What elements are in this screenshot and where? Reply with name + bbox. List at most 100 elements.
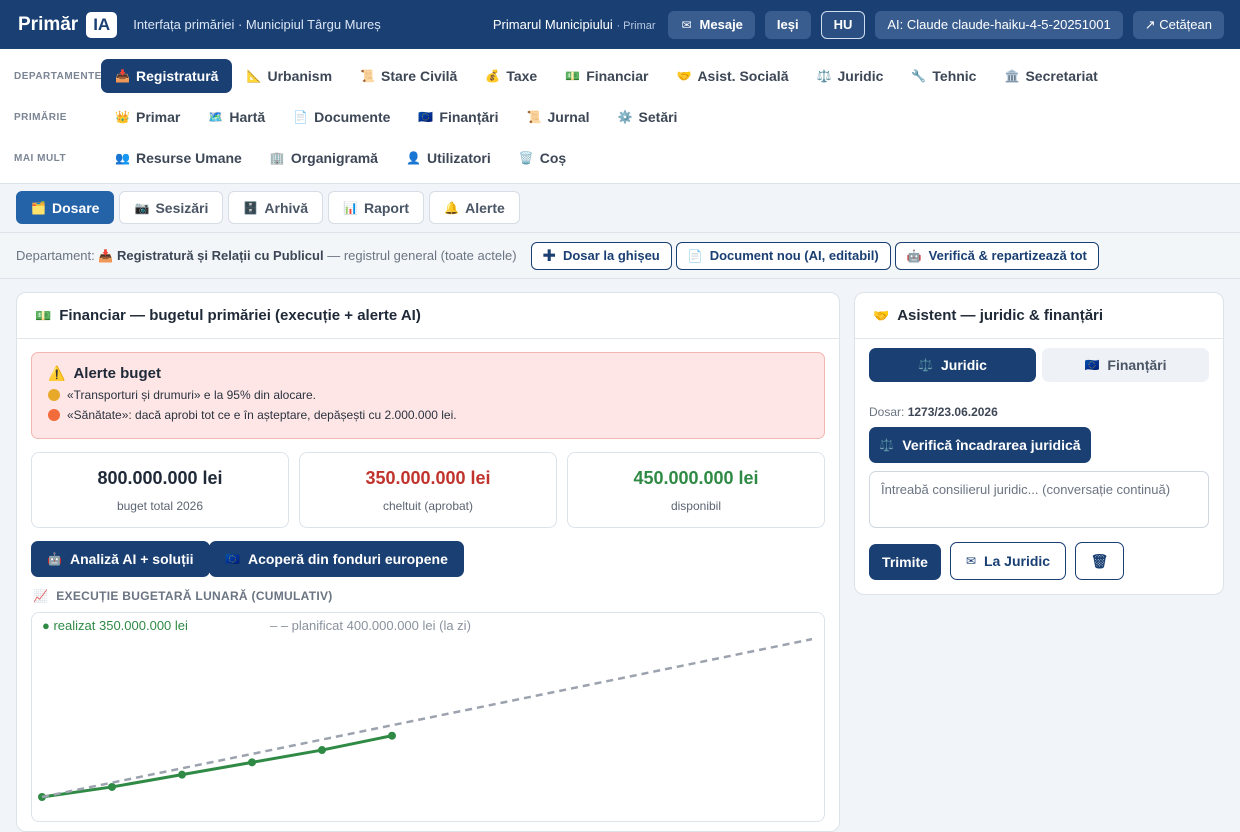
department-bar: Departament: 📥 Registratură și Relații c… — [0, 232, 1240, 279]
nav-primarie-2[interactable]: 📄 Documente — [279, 100, 404, 134]
nav-label: Tehnic — [932, 68, 977, 84]
data-point — [388, 731, 396, 740]
envelope-icon: ✉ — [681, 17, 692, 32]
assistant-panel-header: 🤝 Asistent — juridic & finanțări — [855, 293, 1223, 339]
stat-label: cheltuit (aprobat) — [382, 499, 474, 513]
nav-more-3[interactable]: 🗑️ Coș — [505, 141, 580, 175]
subtab-2[interactable]: 🗄️ Arhivă — [228, 191, 323, 224]
alert-line: «Sănătate»: dacă aprobi tot ce e în aște… — [48, 408, 808, 422]
nav-more-1[interactable]: 🏢 Organigramă — [256, 141, 392, 175]
nav-primarie-3[interactable]: 🇪🇺 Finanțări — [404, 100, 512, 134]
tab-finantari[interactable]: 🇪🇺 Finanțări — [1042, 348, 1209, 382]
data-point — [178, 770, 186, 779]
nav-icon: 📜 — [526, 110, 542, 124]
subtab-label: Dosare — [52, 199, 100, 216]
stat-card-total: 800.000.000 lei buget total 2026 — [31, 452, 289, 528]
trash-icon: 🗑 — [1090, 552, 1109, 569]
data-point — [248, 758, 256, 767]
nav-icon: 📐 — [246, 69, 262, 83]
subtab-icon: 📷 — [134, 200, 150, 215]
subtab-icon: 📊 — [342, 200, 358, 215]
top-bar: Primăr IA Interfața primăriei · Municipi… — [0, 0, 1240, 49]
nav-primarie-0[interactable]: 👑 Primar — [101, 100, 194, 134]
nav-department-5[interactable]: 🤝 Asist. Socială — [662, 59, 802, 93]
series-line-realizat — [41, 734, 393, 799]
subtab-icon: 🗂️ — [31, 200, 46, 215]
nav-department-0[interactable]: 📥 Registratură — [101, 59, 233, 93]
brand: Primăr IA Interfața primăriei · Municipi… — [18, 11, 381, 38]
verify-legal-button[interactable]: ⚖️ Verifică încadrarea juridică — [869, 427, 1091, 463]
legend-planned: – – planificat 400.000.000 lei (la zi) — [270, 618, 471, 633]
department-prefix: Departament: — [16, 248, 95, 263]
nav-label: Asist. Socială — [697, 68, 789, 84]
counter-file-button[interactable]: ✚ Dosar la ghișeu — [530, 241, 672, 270]
messages-button[interactable]: ✉ Mesaje — [667, 10, 755, 39]
envelope-icon: ✉ — [965, 554, 976, 568]
financial-panel-header: 💵 Financiar — bugetul primăriei (execuți… — [17, 293, 839, 339]
nav-icon: 🔧 — [911, 69, 927, 83]
stat-label: buget total 2026 — [116, 499, 204, 513]
orange-dot-icon — [48, 409, 60, 421]
nav-row-more: MAI MULT 👥 Resurse Umane 🏢 Organigramă 👤 Util… — [0, 138, 1240, 178]
subtab-1[interactable]: 📷 Sesizări — [119, 191, 224, 224]
nav-more-0[interactable]: 👥 Resurse Umane — [101, 141, 256, 175]
plus-icon: ✚ — [542, 247, 556, 265]
budget-chart: ● realizat 350.000.000 lei – – planifica… — [31, 612, 825, 822]
nav-department-4[interactable]: 💵 Financiar — [551, 59, 662, 93]
alert-title: Alerte buget — [73, 365, 161, 382]
eu-funds-button[interactable]: 🇪🇺 Acoperă din fonduri europene — [209, 541, 464, 577]
verify-distribute-button[interactable]: 🤖 Verifică & repartizează tot — [894, 241, 1099, 270]
brand-name: Primăr — [18, 13, 79, 35]
nav-department-3[interactable]: 💰 Taxe — [471, 59, 551, 93]
subtab-4[interactable]: 🔔 Alerte — [429, 191, 520, 224]
money-icon: 💵 — [35, 307, 52, 323]
language-button[interactable]: HU — [820, 10, 866, 39]
stat-card-spent: 350.000.000 lei cheltuit (aprobat) — [299, 452, 557, 528]
nav-department-7[interactable]: 🔧 Tehnic — [897, 59, 990, 93]
nav-department-6[interactable]: ⚖️ Juridic — [802, 59, 897, 93]
brand-badge: IA — [86, 11, 118, 38]
legal-question-input[interactable]: Întreabă consilierul juridic... (convers… — [869, 471, 1209, 528]
citizen-button[interactable]: ↗ Cetățean — [1132, 10, 1224, 39]
nav-icon: 👥 — [115, 151, 130, 165]
nav-icon: 👑 — [115, 110, 130, 124]
nav-label: Coș — [539, 150, 567, 166]
subtab-3[interactable]: 📊 Raport — [327, 191, 425, 224]
nav-icon: 📄 — [293, 110, 309, 124]
nav-label: Stare Civilă — [381, 68, 458, 84]
nav-label: Setări — [638, 109, 678, 125]
ai-analysis-button[interactable]: 🤖 Analiză AI + soluții — [31, 541, 210, 577]
delete-button[interactable]: 🗑 — [1075, 542, 1124, 580]
nav-row-primarie: PRIMĂRIE 👑 Primar 🗺️ Hartă 📄 Documente 🇪🇺 Finan… — [0, 97, 1240, 137]
warning-icon: ⚠️ — [48, 365, 66, 381]
nav-department-8[interactable]: 🏛️ Secretariat — [990, 59, 1111, 93]
nav-department-2[interactable]: 📜 Stare Civilă — [346, 59, 471, 93]
ai-model-badge[interactable]: AI: Claude claude-haiku-4-5-20251001 — [875, 10, 1123, 39]
nav-primarie-4[interactable]: 📜 Jurnal — [513, 100, 604, 134]
legend-actual: ● realizat 350.000.000 lei — [42, 618, 188, 633]
nav-icon: 📜 — [360, 69, 375, 83]
nav-label: Juridic — [837, 68, 884, 84]
stat-card-available: 450.000.000 lei disponibil — [567, 452, 825, 528]
nav-row-departments: DEPARTAMENTE 📥 Registratură 📐 Urbanism 📜 Star… — [0, 56, 1240, 96]
nav-department-1[interactable]: 📐 Urbanism — [232, 59, 346, 93]
new-document-button[interactable]: 📄 Document nou (AI, editabil) — [675, 241, 891, 270]
subtab-0[interactable]: 🗂️ Dosare — [16, 191, 115, 224]
nav-label: Taxe — [506, 68, 538, 84]
nav-primarie-5[interactable]: ⚙️ Setări — [604, 100, 692, 134]
nav-icon: 💰 — [485, 69, 501, 83]
logout-button[interactable]: Ieși — [764, 10, 811, 39]
nav-label: Finanțări — [439, 109, 499, 125]
sub-tabs: 🗂️ Dosare 📷 Sesizări 🗄️ Arhivă 📊 Raport 🔔 Alerte — [16, 191, 520, 224]
to-legal-button[interactable]: ✉ La Juridic — [950, 542, 1066, 580]
financial-panel: 💵 Financiar — bugetul primăriei (execuți… — [16, 292, 840, 832]
nav-more-2[interactable]: 👤 Utilizatori — [392, 141, 505, 175]
nav-primarie-1[interactable]: 🗺️ Hartă — [194, 100, 279, 134]
tab-juridic[interactable]: ⚖️ Juridic — [869, 348, 1036, 382]
subtab-label: Raport — [363, 199, 410, 216]
department-icon: 📥 — [98, 248, 114, 263]
stat-value: 450.000.000 lei — [633, 468, 759, 488]
data-point — [318, 746, 326, 755]
nav-label: Secretariat — [1025, 68, 1098, 84]
send-button[interactable]: Trimite — [869, 544, 941, 580]
